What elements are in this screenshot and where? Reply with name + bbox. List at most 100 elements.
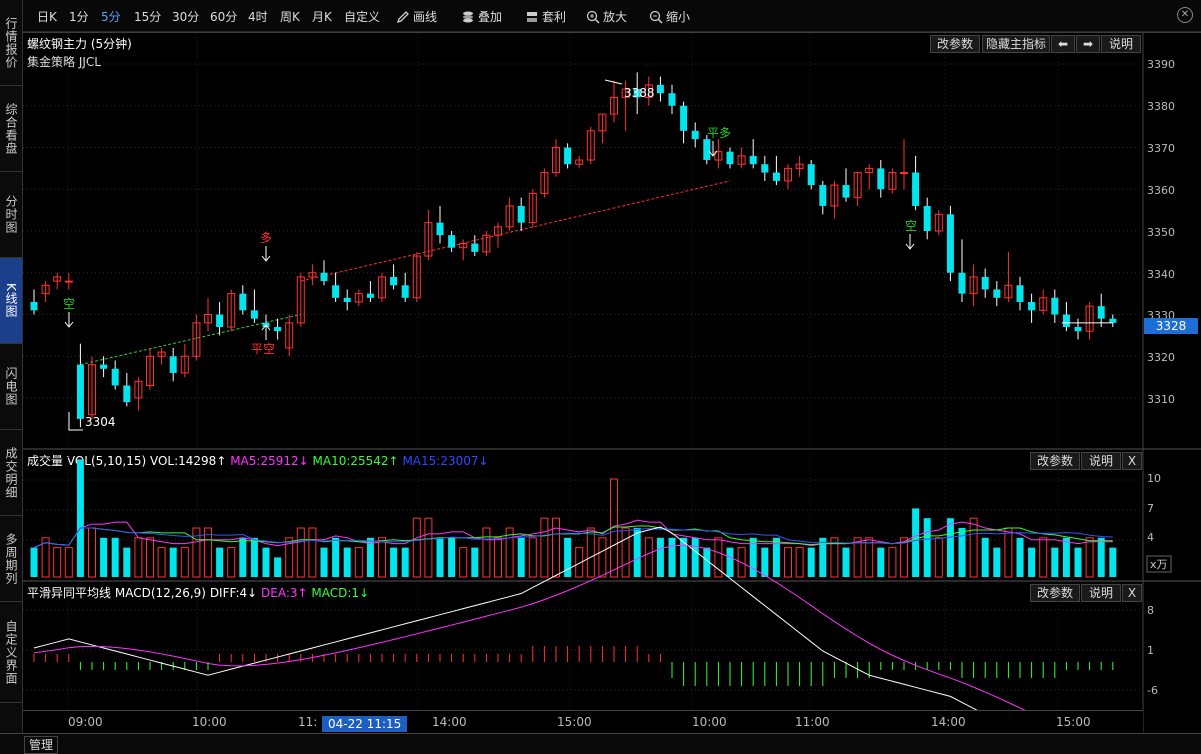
last-price-marker: 3328 (1144, 318, 1198, 334)
volume-bar (494, 537, 502, 578)
candle-body (981, 276, 989, 290)
volume-bar (993, 547, 1001, 577)
candle-body (900, 172, 908, 175)
volume-bar (842, 547, 850, 577)
volume-bars (30, 459, 1117, 578)
volume-bar (216, 547, 224, 577)
candle-body (332, 285, 340, 298)
volume-bar (528, 537, 537, 578)
volume-bar (1051, 547, 1059, 577)
candle-body (656, 84, 664, 94)
volume-tick: 7 (1147, 502, 1154, 515)
candle-body (958, 272, 966, 294)
signal-short-2: 空 (905, 219, 917, 233)
macd-axis: 8 1 -6 (1147, 604, 1158, 697)
candle-body (274, 327, 282, 332)
volume-bar (227, 547, 236, 578)
volume-bar (1039, 537, 1048, 578)
candle-body (691, 130, 699, 140)
volume-bar (598, 537, 607, 578)
candle-body (216, 314, 224, 328)
volume-bar (111, 537, 119, 577)
candle-body (761, 164, 769, 173)
volume-bar (726, 547, 734, 577)
time-tick: 11:00 (795, 715, 830, 729)
volume-bar (308, 527, 317, 578)
volume-bar (204, 527, 212, 578)
price-axis: 3390 3380 3370 3360 3350 3340 3330 3320 … (1147, 58, 1175, 406)
candle-body (76, 364, 84, 419)
volume-bar (1097, 537, 1105, 577)
high-label: 3388 (624, 86, 655, 100)
signal-close-short: 平空 (251, 342, 275, 356)
candle-body (471, 243, 479, 252)
volume-bar (1062, 537, 1070, 577)
time-tick: 10:00 (692, 715, 727, 729)
volume-bar (53, 547, 62, 578)
bottom-bar: 管理 (0, 733, 1201, 754)
volume-bar (459, 547, 468, 578)
volume-bar (169, 547, 177, 577)
candle-body (772, 172, 780, 181)
volume-bar (436, 537, 444, 577)
time-tick: 14:00 (931, 715, 966, 729)
volume-bar (621, 527, 630, 578)
volume-axis: 10 7 4 (1147, 472, 1161, 544)
candle-body (390, 276, 398, 286)
candle-body (100, 364, 108, 369)
candle-body (807, 164, 815, 186)
time-tick: 15:00 (1056, 715, 1091, 729)
candle-body (64, 280, 73, 283)
volume-bar (691, 537, 699, 577)
candle-body (680, 105, 688, 131)
volume-bar (180, 547, 189, 578)
volume-bar (296, 527, 305, 578)
volume-bar (877, 547, 885, 577)
candle-body (1051, 297, 1059, 315)
time-tick: 14:00 (432, 715, 467, 729)
volume-bar (586, 527, 595, 578)
trend-line-red (300, 180, 731, 282)
arrow-down-icon (905, 234, 915, 250)
macd-tick: -6 (1147, 684, 1158, 697)
candle-body (448, 235, 456, 248)
candle-body (123, 385, 131, 403)
time-tick: 10:00 (192, 715, 227, 729)
price-tick: 3310 (1147, 393, 1175, 406)
candle-body (668, 93, 676, 106)
volume-bar (1085, 537, 1094, 578)
candle-body (749, 155, 757, 165)
arrow-down-icon (261, 246, 271, 262)
candle-body (366, 293, 374, 298)
candle-body (320, 272, 328, 282)
volume-bar (378, 537, 386, 578)
candle-body (1074, 327, 1082, 332)
manage-button[interactable]: 管理 (24, 736, 59, 754)
candle-body (1028, 301, 1036, 311)
volume-bar (761, 547, 769, 577)
volume-bar (30, 547, 38, 577)
volume-bar (969, 517, 978, 578)
volume-bar (250, 537, 258, 577)
candle-body (946, 214, 954, 273)
volume-bar (795, 547, 804, 578)
volume-bar (1004, 527, 1013, 578)
volume-bar (123, 547, 131, 577)
price-tick: 3320 (1147, 351, 1175, 364)
candle-body (436, 222, 444, 236)
candles (30, 72, 1117, 428)
candle-body (993, 289, 1001, 298)
macd-tick: 1 (1147, 644, 1154, 657)
candle-body (169, 356, 177, 373)
signal-close-long: 平多 (707, 126, 731, 140)
time-tick: 11: (298, 715, 318, 729)
grid-lines (23, 33, 1143, 710)
candle-body (250, 310, 258, 319)
time-cursor-label: 04-22 11:15 (322, 716, 408, 732)
volume-bar (412, 517, 421, 578)
volume-bar (934, 537, 943, 578)
candle-body (517, 205, 525, 223)
chart-canvas[interactable]: 3388 3304 空 多 平空 平多 空 3390 3380 3370 336… (0, 0, 1201, 733)
candle-body (401, 285, 409, 298)
volume-tick: 10 (1147, 472, 1161, 485)
